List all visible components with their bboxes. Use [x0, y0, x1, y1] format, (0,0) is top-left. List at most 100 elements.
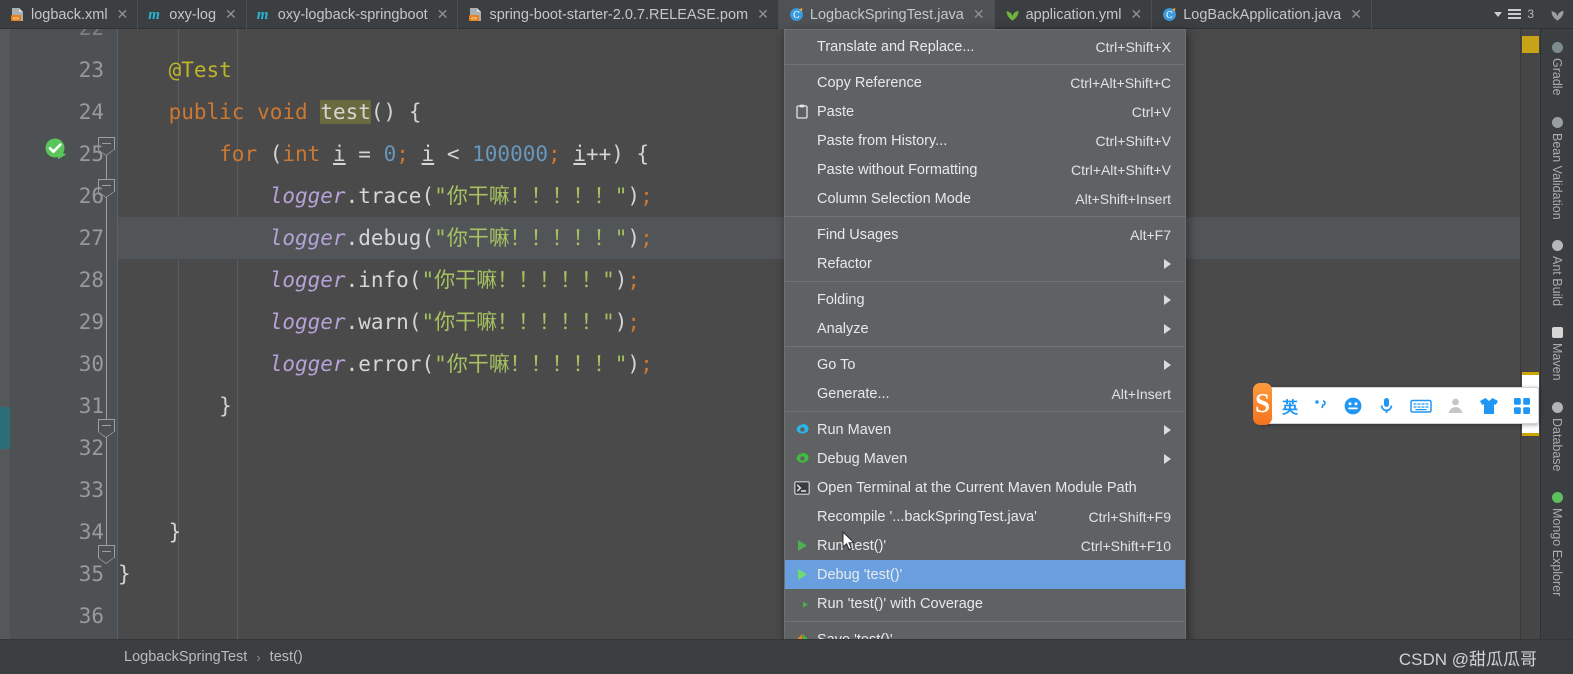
sidebar-item-gradle[interactable]: Gradle: [1550, 35, 1564, 110]
user-icon[interactable]: [1446, 396, 1465, 415]
editor-scroll-gutter[interactable]: [1520, 29, 1540, 639]
menu-item-go-to[interactable]: Go To: [785, 350, 1185, 379]
close-icon[interactable]: ✕: [117, 6, 129, 23]
menu-item-label: Copy Reference: [817, 74, 922, 91]
editor-left-stripe: [0, 29, 10, 639]
xml-file-icon: <>: [468, 7, 483, 22]
xml-file-icon: <>: [10, 7, 25, 22]
yaml-file-icon: [1005, 7, 1020, 22]
editor-tab-application-yml[interactable]: application.yml ✕: [995, 0, 1153, 29]
current-line-marker: [0, 407, 10, 449]
close-icon[interactable]: ✕: [1131, 6, 1143, 23]
sidebar-item-database[interactable]: Database: [1550, 395, 1564, 486]
line-number: 34: [78, 520, 104, 544]
menu-item-no-icon: [791, 161, 813, 179]
ime-mode-label[interactable]: 英: [1282, 394, 1298, 418]
line-number: 27: [78, 226, 104, 250]
sidebar-item-maven[interactable]: Maven: [1550, 320, 1564, 395]
close-icon[interactable]: ✕: [225, 6, 237, 23]
line-number: 29: [78, 310, 104, 334]
database-icon: [1551, 401, 1563, 413]
punctuation-toggle-icon[interactable]: [1312, 397, 1329, 414]
menu-item-refactor[interactable]: Refactor: [785, 249, 1185, 278]
sidebar-item-mongo-explorer[interactable]: Mongo Explorer: [1550, 485, 1564, 610]
editor-tab-label: oxy-log: [169, 6, 217, 23]
emoji-icon[interactable]: [1343, 396, 1363, 416]
editor-tab-logbackspringtest-java[interactable]: C LogbackSpringTest.java ✕: [778, 0, 995, 29]
ant-build-icon: [1551, 240, 1563, 252]
sogou-logo-icon[interactable]: S: [1253, 382, 1272, 425]
menu-item-run-maven[interactable]: Run Maven: [785, 415, 1185, 444]
line-number: 36: [78, 604, 104, 628]
editor-tab-spring-boot-starter-2-0-7-release-pom[interactable]: <> spring-boot-starter-2.0.7.RELEASE.pom ✕: [458, 0, 779, 29]
maven-run-gear-icon: [791, 421, 813, 439]
menu-separator: [785, 411, 1185, 412]
menu-item-open-terminal-at-the-current-maven-module-path[interactable]: Open Terminal at the Current Maven Modul…: [785, 473, 1185, 502]
tab-list-icon[interactable]: [1508, 9, 1522, 19]
editor-tab-oxy-logback-springboot[interactable]: m oxy-logback-springboot ✕: [247, 0, 459, 29]
editor-tab-oxy-log[interactable]: m oxy-log ✕: [138, 0, 247, 29]
microphone-icon[interactable]: [1377, 396, 1396, 415]
menu-item-label: Run Maven: [817, 421, 892, 438]
close-icon[interactable]: ✕: [1350, 6, 1362, 23]
submenu-arrow-icon: [1164, 323, 1171, 334]
menu-item-generate[interactable]: Generate... Alt+Insert: [785, 379, 1185, 408]
menu-item-label: Debug 'test()': [817, 566, 903, 583]
editor-tab-label: spring-boot-starter-2.0.7.RELEASE.pom: [489, 6, 749, 23]
menu-item-folding[interactable]: Folding: [785, 285, 1185, 314]
sidebar-item-label: Bean Validation: [1550, 132, 1564, 220]
editor-context-menu[interactable]: Translate and Replace... Ctrl+Shift+X Copy…: [784, 29, 1186, 674]
sidebar-item-label: Ant Build: [1550, 256, 1564, 307]
close-icon[interactable]: ✕: [973, 6, 985, 23]
menu-item-copy-reference[interactable]: Copy Reference Ctrl+Alt+Shift+C: [785, 68, 1185, 97]
editor-tab-bar: <> logback.xml ✕ m oxy-log ✕ m oxy-logback-spri…: [0, 0, 1573, 29]
warning-marker[interactable]: [1522, 36, 1539, 53]
scroll-tick-top: [1522, 372, 1539, 375]
menu-item-label: Folding: [817, 291, 865, 308]
sidebar-item-ant-build[interactable]: Ant Build: [1550, 233, 1564, 320]
menu-item-recompile-backspringtest-java[interactable]: Recompile '...backSpringTest.java' Ctrl+S…: [785, 502, 1185, 531]
menu-item-run-test-with-coverage[interactable]: Run 'test()' with Coverage: [785, 589, 1185, 618]
breadcrumb-class[interactable]: LogbackSpringTest: [124, 649, 247, 665]
sidebar-item-label: Maven: [1550, 343, 1564, 381]
menu-item-shortcut: Ctrl+Shift+X: [1095, 38, 1171, 55]
sidebar-item-bean-validation[interactable]: Bean Validation: [1550, 110, 1564, 234]
editor-tab-label: logback.xml: [31, 6, 108, 23]
menu-item-label: Open Terminal at the Current Maven Modul…: [817, 479, 1137, 496]
menu-item-column-selection-mode[interactable]: Column Selection Mode Alt+Shift+Insert: [785, 184, 1185, 213]
breadcrumb-method[interactable]: test(): [270, 649, 303, 665]
sogou-ime-toolbar[interactable]: S 英: [1253, 382, 1539, 425]
chevron-down-icon[interactable]: [1494, 11, 1503, 17]
svg-text:C: C: [1166, 11, 1173, 21]
sidebar-item-label: Database: [1550, 417, 1564, 472]
svg-text:<>: <>: [471, 16, 478, 22]
menu-item-debug-test[interactable]: Debug 'test()': [785, 560, 1185, 589]
close-icon[interactable]: ✕: [757, 6, 769, 23]
skin-shirt-icon[interactable]: [1479, 397, 1499, 415]
maven-module-icon: m: [148, 7, 160, 23]
menu-item-shortcut: Ctrl+Shift+F10: [1080, 537, 1171, 554]
tab-overflow-controls[interactable]: 3: [1494, 0, 1573, 28]
coverage-icon: [791, 595, 813, 613]
menu-item-paste-without-formatting[interactable]: Paste without Formatting Ctrl+Alt+Shift+V: [785, 155, 1185, 184]
menu-item-no-icon: [791, 38, 813, 56]
menu-item-debug-maven[interactable]: Debug Maven: [785, 444, 1185, 473]
line-number: 30: [78, 352, 104, 376]
keyboard-icon[interactable]: [1410, 398, 1432, 414]
toolbox-grid-icon[interactable]: [1513, 397, 1531, 415]
menu-item-translate-and-replace[interactable]: Translate and Replace... Ctrl+Shift+X: [785, 32, 1185, 61]
menu-item-label: Generate...: [817, 385, 890, 402]
menu-item-analyze[interactable]: Analyze: [785, 314, 1185, 343]
menu-item-find-usages[interactable]: Find Usages Alt+F7: [785, 220, 1185, 249]
sidebar-item-label: Mongo Explorer: [1550, 508, 1564, 597]
breadcrumb-separator-icon: ›: [256, 649, 261, 665]
editor-tab-logback-xml[interactable]: <> logback.xml ✕: [0, 0, 139, 29]
menu-separator: [785, 281, 1185, 282]
editor-tab-logbackapplication-java[interactable]: C LogBackApplication.java ✕: [1152, 0, 1372, 29]
svg-text:<>: <>: [13, 16, 20, 22]
close-icon[interactable]: ✕: [437, 6, 449, 23]
menu-item-label: Column Selection Mode: [817, 190, 971, 207]
menu-item-paste[interactable]: Paste Ctrl+V: [785, 97, 1185, 126]
menu-item-paste-from-history[interactable]: Paste from History... Ctrl+Shift+V: [785, 126, 1185, 155]
line-number: 26: [78, 184, 104, 208]
